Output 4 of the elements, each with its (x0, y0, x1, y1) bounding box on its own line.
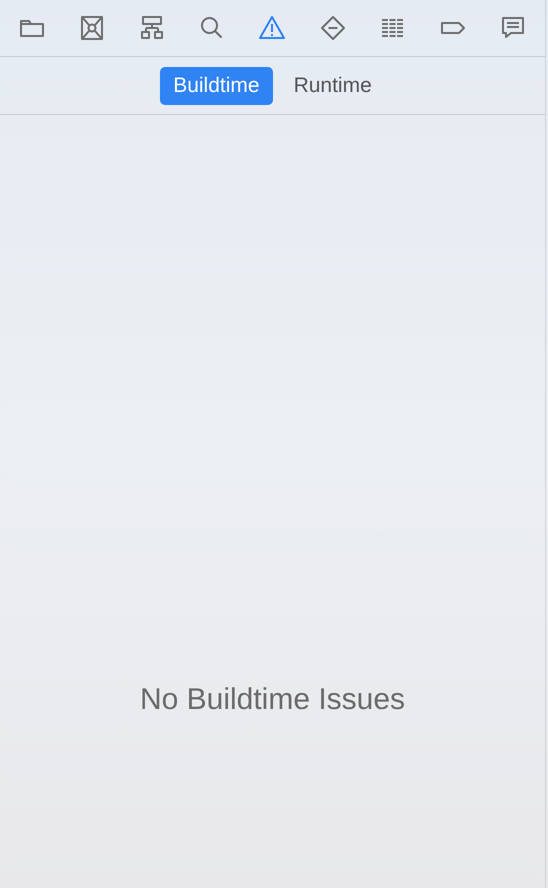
warning-icon (257, 14, 288, 42)
empty-message: No Buildtime Issues (140, 682, 406, 718)
segment-tab[interactable]: Runtime (280, 66, 385, 104)
segment-tab[interactable]: Buildtime (160, 66, 273, 104)
